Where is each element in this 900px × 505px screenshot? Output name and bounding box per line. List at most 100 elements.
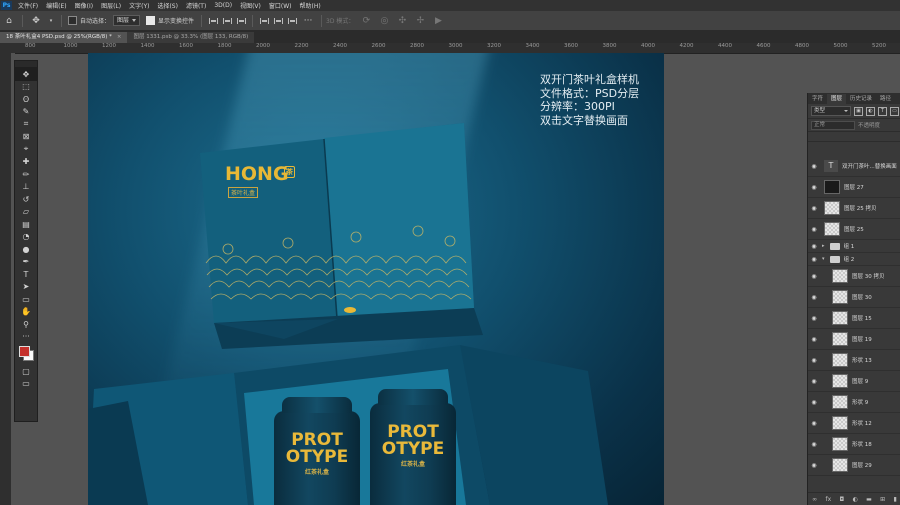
adjustment-icon[interactable]: ◐ [853, 496, 858, 503]
move-tool-icon[interactable]: ✥ [30, 15, 42, 27]
tab-history[interactable]: 历史记录 [846, 94, 876, 104]
quick-mask-icon[interactable]: ▢ [15, 365, 37, 378]
layer-row[interactable]: ◉ 图层 25 [808, 219, 900, 240]
tab-document-1[interactable]: 18 茶叶礼盒4 PSD.psd @ 25%(RGB/8) * × [0, 32, 128, 43]
menu-help[interactable]: 帮助(H) [296, 1, 325, 10]
align-bottom-icon[interactable] [287, 16, 297, 26]
blur-tool-icon[interactable]: ◔ [15, 231, 37, 244]
tab-document-2[interactable]: 图层 1331.psb @ 33.3% (图层 133, RGB/8) [127, 32, 255, 43]
3d-drag-icon[interactable]: ✣ [396, 15, 408, 27]
layer-row[interactable]: ◉ 图层 30 拷贝 [808, 266, 900, 287]
visibility-eye-icon[interactable]: ◉ [808, 205, 820, 212]
menu-filter[interactable]: 滤镜(T) [182, 1, 210, 10]
crop-tool-icon[interactable]: ⌗ [15, 118, 37, 131]
type-tool-icon[interactable]: T [15, 268, 37, 281]
layer-row[interactable]: ◉ T 双开门茶叶...替换画面 [808, 156, 900, 177]
mask-icon[interactable]: ◘ [839, 496, 844, 503]
brush-tool-icon[interactable]: ✏ [15, 168, 37, 181]
healing-tool-icon[interactable]: ✚ [15, 156, 37, 169]
quick-select-tool-icon[interactable]: ✎ [15, 106, 37, 119]
layer-row[interactable]: ◉ 形状 9 [808, 392, 900, 413]
layer-row[interactable]: ◉ 图层 15 [808, 308, 900, 329]
visibility-eye-icon[interactable]: ◉ [808, 256, 820, 263]
more-options-icon[interactable]: ··· [302, 15, 314, 27]
auto-select-checkbox[interactable] [68, 16, 77, 25]
move-tool-icon[interactable]: ✥ [15, 68, 37, 81]
history-brush-tool-icon[interactable]: ↺ [15, 193, 37, 206]
pen-tool-icon[interactable]: ✒ [15, 256, 37, 269]
visibility-eye-icon[interactable]: ◉ [808, 357, 820, 364]
visibility-eye-icon[interactable]: ◉ [808, 226, 820, 233]
align-hcenter-icon[interactable] [222, 16, 232, 26]
visibility-eye-icon[interactable]: ◉ [808, 336, 820, 343]
menu-window[interactable]: 窗口(W) [265, 1, 296, 10]
zoom-tool-icon[interactable]: ⚲ [15, 318, 37, 331]
home-icon[interactable]: ⌂ [3, 15, 15, 27]
align-vcenter-icon[interactable] [273, 16, 283, 26]
layer-group-row[interactable]: ◉ ▾ 组 2 [808, 253, 900, 266]
menu-type[interactable]: 文字(Y) [125, 1, 153, 10]
visibility-eye-icon[interactable]: ◉ [808, 273, 820, 280]
visibility-eye-icon[interactable]: ◉ [808, 315, 820, 322]
menu-image[interactable]: 图像(I) [71, 1, 97, 10]
layer-row[interactable]: ◉ 图层 9 [808, 371, 900, 392]
visibility-eye-icon[interactable]: ◉ [808, 184, 820, 191]
align-left-icon[interactable] [208, 16, 218, 26]
stamp-tool-icon[interactable]: ⊥ [15, 181, 37, 194]
visibility-eye-icon[interactable]: ◉ [808, 294, 820, 301]
layer-row[interactable]: ◉ 形状 13 [808, 350, 900, 371]
visibility-eye-icon[interactable]: ◉ [808, 378, 820, 385]
filter-kind-dropdown[interactable]: 类型 [811, 106, 851, 116]
gradient-tool-icon[interactable]: ▤ [15, 218, 37, 231]
layer-group-row[interactable]: ◉ ▸ 组 1 [808, 240, 900, 253]
visibility-eye-icon[interactable]: ◉ [808, 163, 820, 170]
trash-icon[interactable]: ▮ [894, 496, 897, 503]
hand-tool-icon[interactable]: ✋ [15, 306, 37, 319]
marquee-tool-icon[interactable]: ⬚ [15, 81, 37, 94]
filter-shape-icon[interactable]: ▭ [890, 106, 899, 116]
chevron-down-icon[interactable]: ▾ [48, 15, 54, 27]
close-icon[interactable]: × [117, 32, 122, 43]
photoshop-logo[interactable]: Ps [1, 1, 12, 10]
layer-row[interactable]: ◉ 图层 30 [808, 287, 900, 308]
3d-slide-icon[interactable]: ✢ [414, 15, 426, 27]
tab-character[interactable]: 字符 [808, 94, 827, 104]
auto-select-target-dropdown[interactable]: 图层 [113, 15, 141, 26]
link-icon[interactable]: ∞ [812, 496, 817, 503]
align-top-icon[interactable] [259, 16, 269, 26]
layer-row[interactable]: ◉ 图层 27 [808, 177, 900, 198]
layer-row[interactable]: ◉ 图层 19 [808, 329, 900, 350]
visibility-eye-icon[interactable]: ◉ [808, 420, 820, 427]
path-select-tool-icon[interactable]: ➤ [15, 281, 37, 294]
expand-arrow-icon[interactable]: ▸ [822, 243, 825, 249]
visibility-eye-icon[interactable]: ◉ [808, 462, 820, 469]
eyedropper-tool-icon[interactable]: ⌖ [15, 143, 37, 156]
menu-file[interactable]: 文件(F) [14, 1, 42, 10]
filter-type-icon[interactable]: T [878, 106, 887, 116]
visibility-eye-icon[interactable]: ◉ [808, 399, 820, 406]
layer-row[interactable]: ◉ 形状 12 [808, 413, 900, 434]
visibility-eye-icon[interactable]: ◉ [808, 243, 820, 250]
3d-scale-icon[interactable]: ▶ [432, 15, 444, 27]
blend-mode-dropdown[interactable]: 正常 [811, 120, 855, 130]
menu-layer[interactable]: 图层(L) [97, 1, 125, 10]
menu-3d[interactable]: 3D(D) [210, 2, 236, 9]
tab-paths[interactable]: 路径 [876, 94, 895, 104]
folder-icon[interactable]: ▬ [866, 496, 872, 503]
foreground-color-swatch[interactable] [19, 346, 30, 357]
menu-select[interactable]: 选择(S) [153, 1, 182, 10]
lasso-tool-icon[interactable]: ʘ [15, 93, 37, 106]
frame-tool-icon[interactable]: ⊠ [15, 131, 37, 144]
expand-arrow-icon[interactable]: ▾ [822, 256, 825, 262]
menu-edit[interactable]: 编辑(E) [42, 1, 70, 10]
document-canvas[interactable]: HONG 茶 茶叶礼盒 PROT OTYPE 红茶礼盒 PROT OTYPE 红… [88, 53, 664, 505]
mores-tool-icon[interactable]: ··· [15, 331, 37, 344]
fx-icon[interactable]: fx [825, 496, 831, 503]
eraser-tool-icon[interactable]: ▱ [15, 206, 37, 219]
show-transform-checkbox[interactable] [146, 16, 156, 25]
panel-grip[interactable] [15, 61, 37, 68]
3d-roll-icon[interactable]: ◎ [378, 15, 390, 27]
menu-view[interactable]: 视图(V) [236, 1, 265, 10]
filter-pixel-icon[interactable]: ▣ [854, 106, 863, 116]
dodge-tool-icon[interactable]: ● [15, 243, 37, 256]
